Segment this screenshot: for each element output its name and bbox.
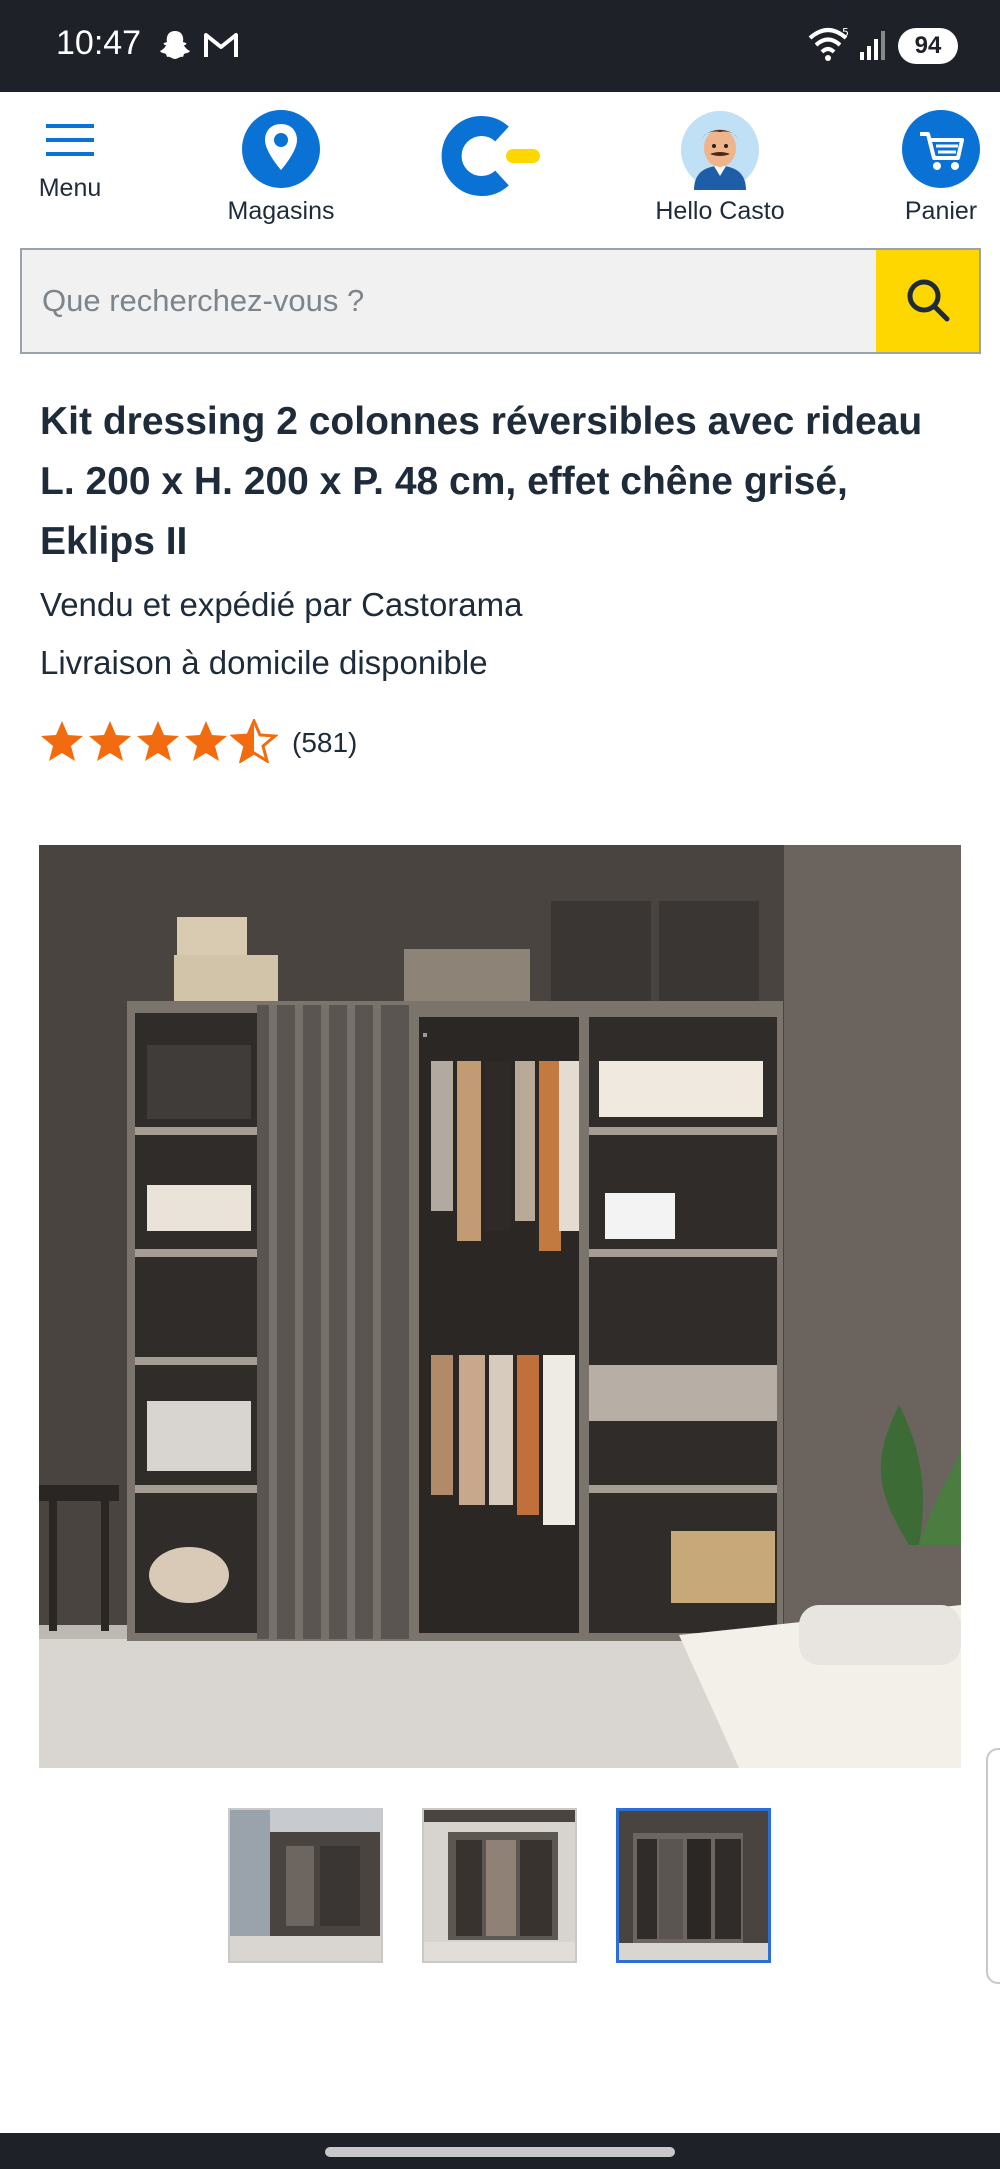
snapchat-icon (158, 28, 192, 66)
gmail-icon (203, 30, 239, 64)
signal-icon (858, 28, 888, 66)
seller-info: Vendu et expédié par Castorama (40, 586, 523, 623)
battery-indicator: 94 (898, 28, 958, 64)
thumbnail-2[interactable] (422, 1808, 577, 1963)
location-pin-icon (242, 110, 320, 188)
stores-button[interactable]: Magasins (218, 110, 344, 226)
cart-button[interactable]: Panier (888, 110, 994, 226)
account-label: Hello Casto (655, 197, 785, 225)
scroll-handle[interactable] (986, 1748, 1000, 1984)
avatar-icon (680, 110, 760, 190)
half-star-icon (229, 717, 279, 767)
product-main-image[interactable] (39, 845, 961, 1768)
wifi-icon: 5 (808, 26, 852, 66)
product-rating[interactable]: (581) (38, 717, 358, 768)
star-icon (182, 719, 230, 767)
delivery-info: Livraison à domicile disponible (40, 644, 488, 681)
system-navigation-bar (0, 2133, 1000, 2169)
menu-button[interactable]: Menu (28, 120, 112, 203)
thumbnail-1[interactable] (228, 1808, 383, 1963)
search-input[interactable] (22, 250, 876, 352)
cart-label: Panier (904, 197, 978, 225)
svg-text:5: 5 (842, 26, 849, 39)
star-icon (134, 719, 182, 767)
product-title: Kit dressing 2 colonnes réversibles avec… (40, 400, 923, 563)
search-bar (20, 248, 981, 354)
castorama-logo[interactable] (440, 116, 546, 196)
cart-icon (902, 110, 980, 188)
stores-label: Magasins (227, 197, 335, 225)
hamburger-icon (28, 120, 112, 174)
account-button[interactable]: Hello Casto (640, 110, 800, 226)
star-icon (38, 719, 86, 767)
thumbnail-3[interactable] (616, 1808, 771, 1963)
site-header: Menu Magasins Hello Casto Panier (0, 92, 1000, 242)
star-icon (86, 719, 134, 767)
status-time: 10:47 (56, 24, 142, 62)
menu-label: Menu (38, 174, 102, 202)
search-button[interactable] (876, 250, 979, 352)
rating-count: (581) (292, 727, 358, 758)
search-icon (903, 279, 953, 328)
home-gesture-bar[interactable] (325, 2147, 675, 2157)
status-bar: 10:47 5 94 (0, 0, 1000, 92)
